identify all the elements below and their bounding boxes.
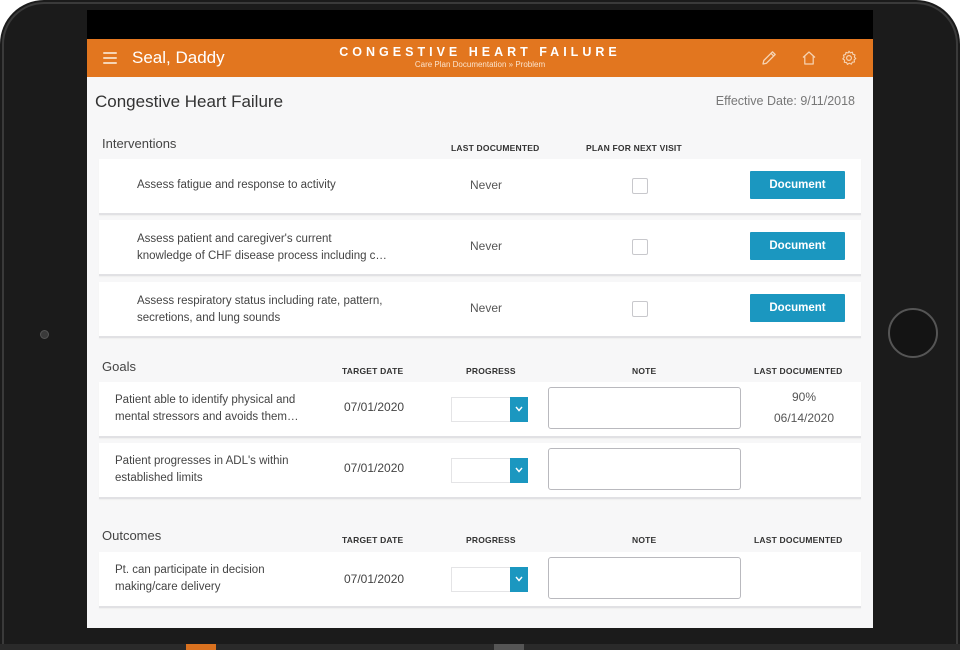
- dropdown-arrow[interactable]: [510, 458, 528, 483]
- col-plan-next-visit: PLAN FOR NEXT VISIT: [586, 143, 682, 153]
- outcome-description: Pt. can participate in decision making/c…: [115, 562, 265, 596]
- intervention-description: Assess respiratory status including rate…: [137, 293, 382, 327]
- header-center: CONGESTIVE HEART FAILURE Care Plan Docum…: [87, 45, 873, 69]
- document-button[interactable]: Document: [750, 232, 845, 260]
- breadcrumb: Care Plan Documentation » Problem: [87, 60, 873, 69]
- app-screen: Seal, Daddy CONGESTIVE HEART FAILURE Car…: [87, 10, 873, 628]
- outcome-row: Pt. can participate in decision making/c…: [99, 552, 861, 608]
- plan-next-visit-checkbox[interactable]: [632, 239, 648, 255]
- effective-date: Effective Date: 9/11/2018: [716, 94, 855, 108]
- note-field[interactable]: [548, 387, 741, 429]
- intervention-description: Assess fatigue and response to activity: [137, 177, 336, 194]
- bottom-taskbar: [0, 644, 960, 650]
- last-documented-date: 06/14/2020: [749, 408, 859, 429]
- section-outcomes-label: Outcomes: [102, 528, 161, 543]
- last-documented-value: Never: [470, 239, 502, 253]
- target-date-value: 07/01/2020: [344, 461, 404, 475]
- col-last-documented: LAST DOCUMENTED: [451, 143, 539, 153]
- col-last-documented: LAST DOCUMENTED: [754, 366, 842, 376]
- goal-row: Patient progresses in ADL's within estab…: [99, 443, 861, 499]
- col-note: NOTE: [632, 366, 656, 376]
- app-header: Seal, Daddy CONGESTIVE HEART FAILURE Car…: [87, 39, 873, 77]
- plan-next-visit-checkbox[interactable]: [632, 301, 648, 317]
- chevron-down-icon: [515, 576, 523, 582]
- col-target-date: TARGET DATE: [342, 366, 403, 376]
- last-documented-value: Never: [470, 301, 502, 315]
- document-button[interactable]: Document: [750, 171, 845, 199]
- target-date-value: 07/01/2020: [344, 572, 404, 586]
- last-documented-progress: 90%: [749, 387, 859, 408]
- note-field[interactable]: [548, 557, 741, 599]
- progress-select[interactable]: [451, 458, 528, 483]
- goal-description: Patient progresses in ADL's within estab…: [115, 453, 289, 487]
- goal-row: Patient able to identify physical and me…: [99, 382, 861, 438]
- home-icon[interactable]: [800, 49, 818, 67]
- col-note: NOTE: [632, 535, 656, 545]
- goal-description: Patient able to identify physical and me…: [115, 392, 298, 426]
- page-title: Congestive Heart Failure: [95, 92, 283, 112]
- col-target-date: TARGET DATE: [342, 535, 403, 545]
- plan-next-visit-checkbox[interactable]: [632, 178, 648, 194]
- gear-icon[interactable]: [840, 49, 858, 67]
- intervention-description: Assess patient and caregiver's current k…: [137, 231, 387, 265]
- progress-select[interactable]: [451, 397, 528, 422]
- intervention-row: Assess patient and caregiver's current k…: [99, 220, 861, 276]
- home-button[interactable]: [888, 308, 938, 358]
- target-date-value: 07/01/2020: [344, 400, 404, 414]
- taskbar-item: [494, 644, 524, 650]
- document-button[interactable]: Document: [750, 294, 845, 322]
- pencil-icon[interactable]: [760, 49, 778, 67]
- status-bar: [87, 10, 873, 39]
- last-documented-value: Never: [470, 178, 502, 192]
- chevron-down-icon: [515, 406, 523, 412]
- col-progress: PROGRESS: [466, 366, 516, 376]
- dropdown-arrow[interactable]: [510, 567, 528, 592]
- note-field[interactable]: [548, 448, 741, 490]
- col-last-documented: LAST DOCUMENTED: [754, 535, 842, 545]
- section-goals-label: Goals: [102, 359, 136, 374]
- camera-icon: [40, 330, 49, 339]
- last-documented-cell: 90% 06/14/2020: [749, 387, 859, 429]
- dropdown-arrow[interactable]: [510, 397, 528, 422]
- progress-select[interactable]: [451, 567, 528, 592]
- intervention-row: Assess fatigue and response to activity …: [99, 159, 861, 215]
- header-title: CONGESTIVE HEART FAILURE: [87, 45, 873, 59]
- section-interventions-label: Interventions: [102, 136, 176, 151]
- intervention-row: Assess respiratory status including rate…: [99, 282, 861, 338]
- chevron-down-icon: [515, 467, 523, 473]
- taskbar-item-active: [186, 644, 216, 650]
- col-progress: PROGRESS: [466, 535, 516, 545]
